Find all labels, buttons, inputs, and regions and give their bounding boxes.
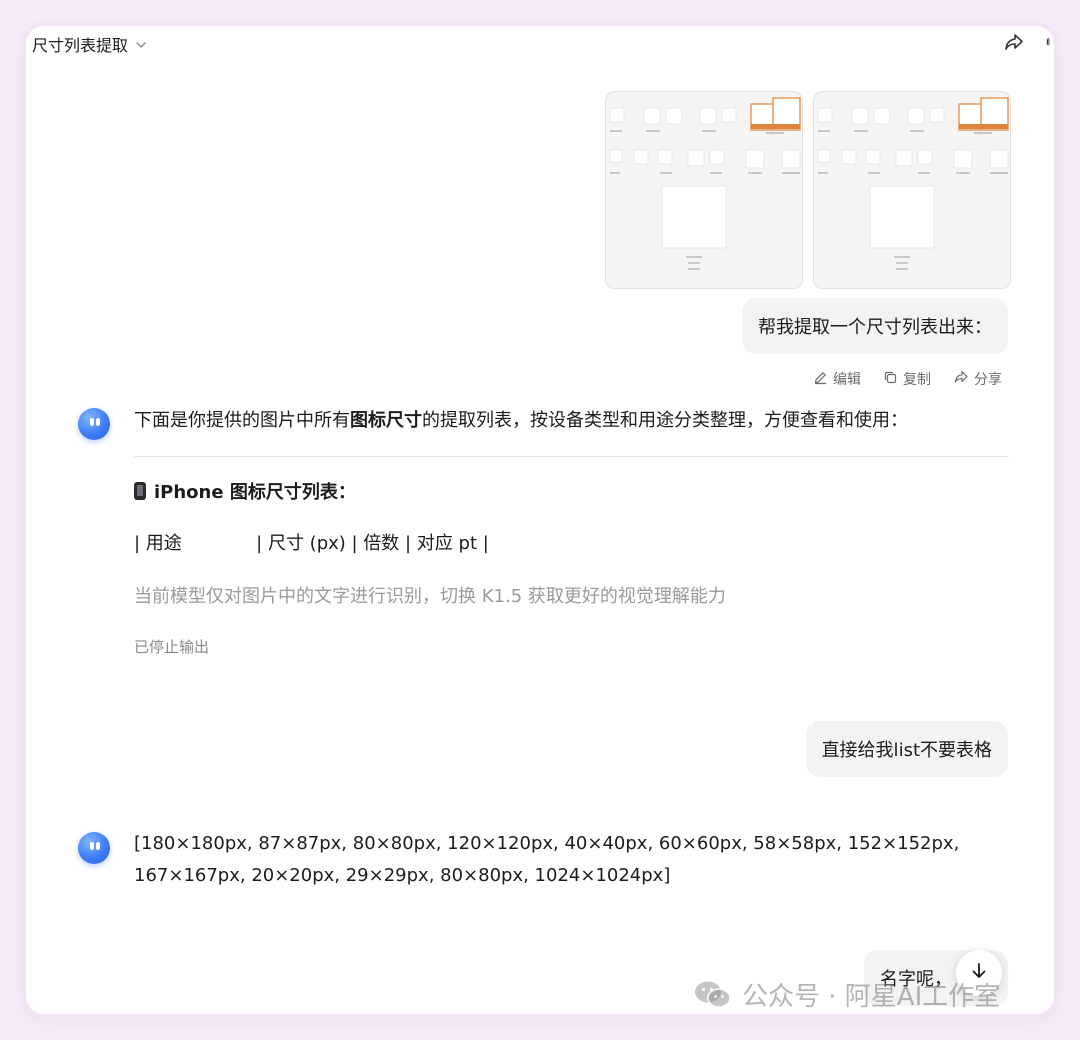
- intro-text-start: 下面是你提供的图片中所有: [134, 410, 350, 431]
- message-actions: 编辑 复制 分享: [813, 369, 1002, 389]
- assistant-size-list: [180×180px, 87×87px, 80×80px, 120×120px,…: [134, 828, 974, 892]
- user-message-text: 帮我提取一个尺寸列表出来：: [758, 317, 992, 338]
- watermark: 公众号 · 阿星AI工作室: [694, 976, 1000, 1013]
- wechat-logo-icon: [694, 980, 732, 1010]
- edit-button[interactable]: 编辑: [813, 369, 861, 389]
- pencil-icon: [813, 370, 828, 389]
- attached-image-1[interactable]: [605, 91, 803, 289]
- intro-text-end: 的提取列表，按设备类型和用途分类整理，方便查看和使用：: [422, 410, 908, 431]
- divider: [134, 456, 1009, 457]
- conversation-title: 尺寸列表提取: [32, 36, 129, 55]
- watermark-text: 公众号 · 阿星AI工作室: [742, 982, 1001, 1012]
- paperclip-icon[interactable]: [1044, 30, 1054, 54]
- edit-label: 编辑: [833, 372, 861, 388]
- attached-image-2[interactable]: [813, 91, 1011, 289]
- intro-text-bold: 图标尺寸: [350, 410, 422, 431]
- share-label: 分享: [974, 372, 1002, 388]
- chevron-down-icon: [134, 37, 148, 51]
- copy-button[interactable]: 复制: [883, 369, 931, 389]
- assistant-avatar: [78, 832, 110, 864]
- size-list-line-1: [180×180px, 87×87px, 80×80px, 120×120px,…: [134, 833, 960, 854]
- phone-icon: [134, 482, 146, 500]
- model-notice: 当前模型仅对图片中的文字进行识别，切换 K1.5 获取更好的视觉理解能力: [134, 586, 726, 607]
- size-list-line-2: 167×167px, 20×20px, 29×29px, 80×80px, 10…: [134, 865, 671, 886]
- top-bar: 尺寸列表提取: [26, 26, 1054, 60]
- copy-icon: [883, 370, 898, 389]
- top-bar-actions: [1002, 30, 1054, 54]
- chat-window: 尺寸列表提取 帮我提取一个尺寸列表出来： 编辑 复制 分享 下面是你提供的图片中…: [26, 26, 1054, 1014]
- section-heading-text: iPhone 图标尺寸列表：: [154, 482, 356, 503]
- output-stopped-status: 已停止输出: [134, 638, 210, 656]
- copy-label: 复制: [903, 372, 931, 388]
- user-message-bubble: 帮我提取一个尺寸列表出来：: [742, 298, 1008, 354]
- attached-images: [605, 91, 1011, 289]
- share-arrow-icon: [953, 369, 969, 389]
- user-message-bubble: 直接给我list不要表格: [805, 721, 1008, 777]
- section-heading: iPhone 图标尺寸列表：: [134, 478, 356, 504]
- share-arrow-icon[interactable]: [1002, 30, 1026, 54]
- assistant-avatar: [78, 408, 110, 440]
- user-message-text: 直接给我list不要表格: [821, 740, 992, 761]
- table-header-line: | 用途 | 尺寸 (px) | 倍数 | 对应 pt |: [134, 533, 489, 554]
- conversation-title-dropdown[interactable]: 尺寸列表提取: [32, 32, 148, 56]
- share-button[interactable]: 分享: [953, 369, 1002, 389]
- assistant-intro: 下面是你提供的图片中所有图标尺寸的提取列表，按设备类型和用途分类整理，方便查看和…: [134, 405, 908, 437]
